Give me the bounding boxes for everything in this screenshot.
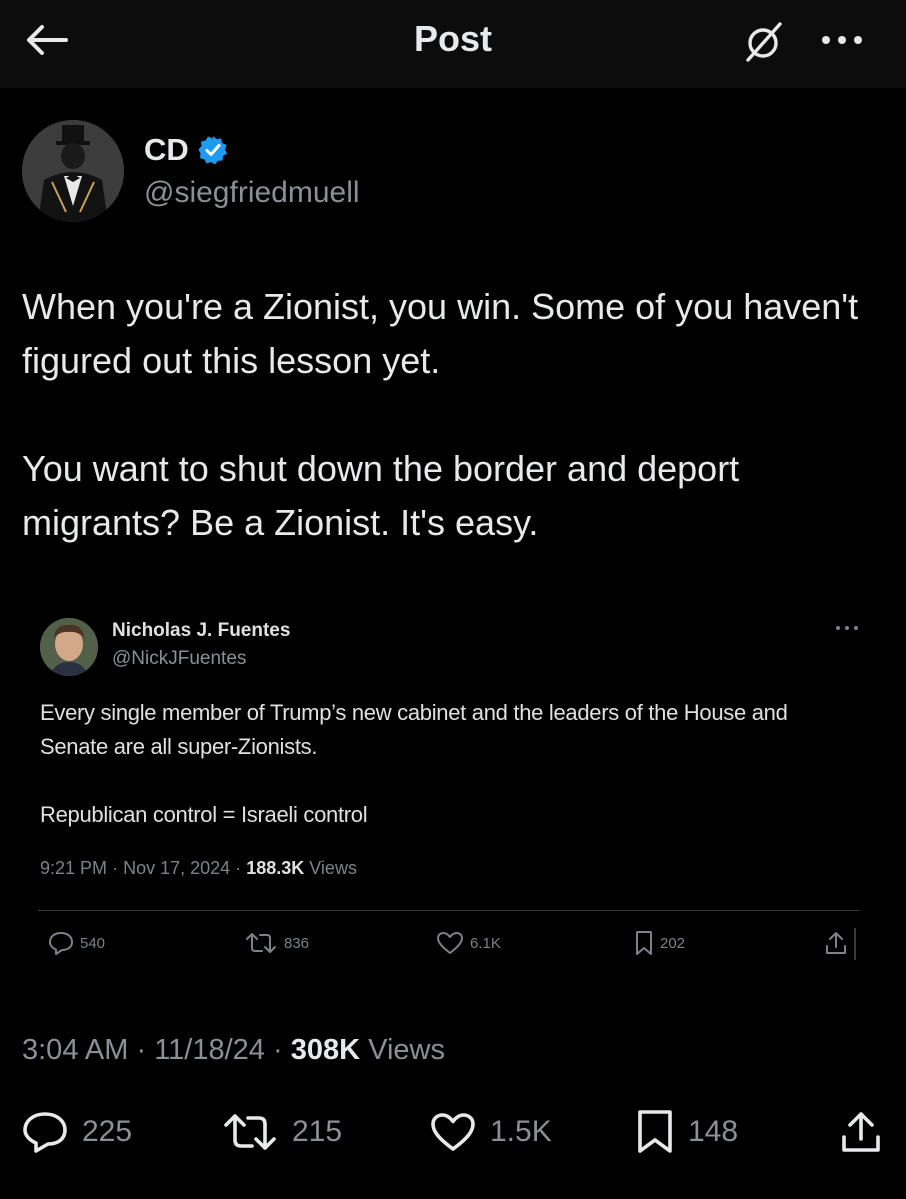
quoted-action-bar: 540 836 6.1K 202 [38,926,868,960]
quoted-post-text: Every single member of Trump’s new cabin… [40,696,840,832]
quoted-post-meta: 9:21 PM · Nov 17, 2024 · 188.3K Views [40,858,357,879]
bookmark-icon [636,931,652,955]
post-text: When you're a Zionist, you win. Some of … [22,280,882,550]
meta-separator: · [273,1034,283,1066]
share-icon [826,932,846,954]
reply-button[interactable]: 225 [22,1102,132,1162]
author-name[interactable]: CD [144,132,229,168]
author-name-text: CD [144,132,189,167]
repost-button[interactable]: 215 [222,1102,342,1162]
heart-icon [437,932,463,954]
quoted-author-handle: @NickJFuentes [112,648,247,669]
top-header: Post [0,0,906,88]
avatar-image [22,120,124,222]
post-meta: 3:04 AM · 11/18/24 · 308K Views [22,1034,445,1067]
verified-badge-icon [198,136,227,165]
quoted-reply-count: 540 [48,926,105,960]
bookmark-icon [638,1110,672,1153]
repost-icon [246,933,276,953]
quoted-time: 9:21 PM [40,858,108,878]
quoted-paragraph: Republican control = Israeli control [40,802,368,827]
author-handle[interactable]: @siegfriedmuell [144,176,360,210]
quoted-share [824,926,854,960]
quoted-like-count: 6.1K [436,926,501,960]
quoted-avatar-image [40,618,98,676]
post-date: 11/18/24 [154,1034,265,1066]
meta-separator: · [235,858,242,878]
more-dots-icon [822,36,862,44]
quoted-reply-value: 540 [80,934,106,952]
like-button[interactable]: 1.5K [430,1102,552,1162]
more-dots-icon [836,626,858,630]
quoted-views-count: 188.3K [246,858,305,878]
meta-separator: · [136,1034,147,1066]
heart-icon [431,1113,475,1151]
quoted-author-name: Nicholas J. Fuentes [112,620,291,641]
quoted-post[interactable]: Nicholas J. Fuentes @NickJFuentes Every … [38,608,868,968]
post-views-label: Views [368,1034,445,1066]
post-views-count[interactable]: 308K [291,1034,360,1066]
repost-count: 215 [292,1115,343,1148]
post-action-bar: 225 215 1.5K 148 [0,1102,906,1162]
quoted-repost-value: 836 [284,934,310,952]
quoted-paragraph: Every single member of Trump’s new cabin… [40,700,788,759]
quoted-repost-count: 836 [244,926,309,960]
bookmark-button[interactable]: 148 [636,1102,738,1162]
reply-icon [49,932,73,955]
post-author: CD @siegfriedmuell [22,120,882,224]
share-icon [842,1112,880,1152]
post-paragraph: You want to shut down the border and dep… [22,448,740,543]
share-button[interactable] [840,1102,896,1162]
meta-separator: · [112,858,119,878]
bookmark-count: 148 [688,1115,739,1148]
reply-count: 225 [82,1115,133,1148]
grok-icon [746,22,782,62]
quoted-bookmark-count: 202 [634,926,685,960]
quoted-like-value: 6.1K [470,934,501,952]
grok-button[interactable] [738,16,790,68]
quoted-views-label: Views [309,858,357,878]
quoted-more-button [832,618,862,638]
divider [854,928,856,960]
author-avatar[interactable] [22,120,124,222]
repost-icon [224,1114,276,1150]
post-time: 3:04 AM [22,1034,129,1066]
post-paragraph: When you're a Zionist, you win. Some of … [22,286,859,381]
quoted-date: Nov 17, 2024 [123,858,231,878]
more-options-button[interactable] [812,18,872,62]
like-count: 1.5K [490,1115,552,1148]
quoted-author-avatar [40,618,98,676]
reply-icon [23,1112,67,1153]
quoted-bookmark-value: 202 [660,934,686,952]
divider [38,910,860,911]
